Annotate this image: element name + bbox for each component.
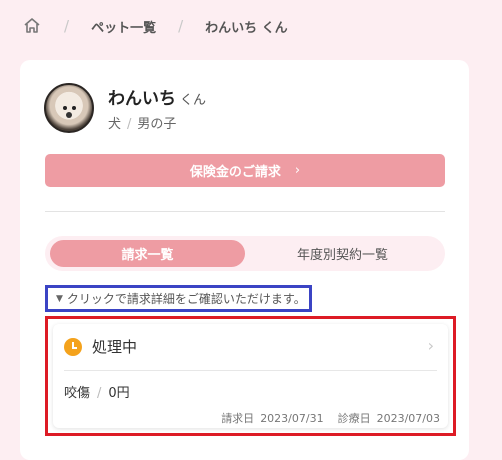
chevron-right-icon: › — [294, 163, 301, 178]
claim-status-text: 処理中 — [92, 338, 138, 356]
claim-status: 処理中 — [64, 336, 137, 357]
click-hint: ▼ クリックで請求詳細をご確認いただけます。 — [45, 285, 312, 312]
pet-name: わんいち — [108, 89, 176, 109]
divider — [64, 370, 437, 371]
triangle-down-icon: ▼ — [56, 293, 63, 304]
claim-diagnosis: 咬傷 — [64, 386, 91, 401]
pet-card: わんいち くん 犬 / 男の子 保険金のご請求 › 請求一覧 年度別契約一覧 ▼ ク… — [20, 60, 469, 460]
clock-icon — [64, 337, 82, 356]
claim-amount: 0円 — [108, 386, 130, 401]
home-icon[interactable] — [22, 16, 42, 36]
breadcrumb: / ペット一覧 / わんいち くん — [22, 14, 288, 38]
breadcrumb-current: わんいち くん — [205, 20, 288, 36]
insurance-claim-label: 保険金のご請求 — [189, 165, 281, 180]
breadcrumb-separator: / — [64, 17, 70, 35]
claim-date: 2023/07/31 — [260, 412, 324, 425]
breadcrumb-pet-list[interactable]: ペット一覧 — [91, 17, 156, 36]
tab-bar: 請求一覧 年度別契約一覧 — [45, 236, 445, 271]
claim-date-label: 請求日 — [221, 412, 255, 425]
chevron-right-icon: › — [427, 336, 434, 355]
pet-name-suffix: くん — [180, 93, 207, 108]
tab-yearly-contracts[interactable]: 年度別契約一覧 — [245, 240, 440, 267]
claim-list-item[interactable]: 処理中 › 咬傷/0円 請求日 2023/07/31 診療日 2023/07/03 — [45, 316, 456, 436]
pet-sex: 男の子 — [137, 117, 177, 132]
pet-meta: 犬 / 男の子 — [108, 117, 177, 132]
pet-species: 犬 — [108, 117, 122, 132]
breadcrumb-separator: / — [178, 17, 184, 35]
pet-header: わんいち くん 犬 / 男の子 — [44, 83, 206, 133]
tab-claim-list[interactable]: 請求一覧 — [50, 240, 245, 267]
insurance-claim-button[interactable]: 保険金のご請求 › — [45, 154, 445, 187]
treatment-date-label: 診療日 — [337, 412, 371, 425]
click-hint-text: クリックで請求詳細をご確認いただけます。 — [66, 292, 306, 306]
avatar — [44, 83, 94, 133]
claim-dates: 請求日 2023/07/31 診療日 2023/07/03 — [207, 410, 440, 426]
treatment-date: 2023/07/03 — [376, 412, 440, 425]
divider — [45, 211, 445, 212]
claim-summary: 咬傷/0円 — [64, 386, 130, 401]
